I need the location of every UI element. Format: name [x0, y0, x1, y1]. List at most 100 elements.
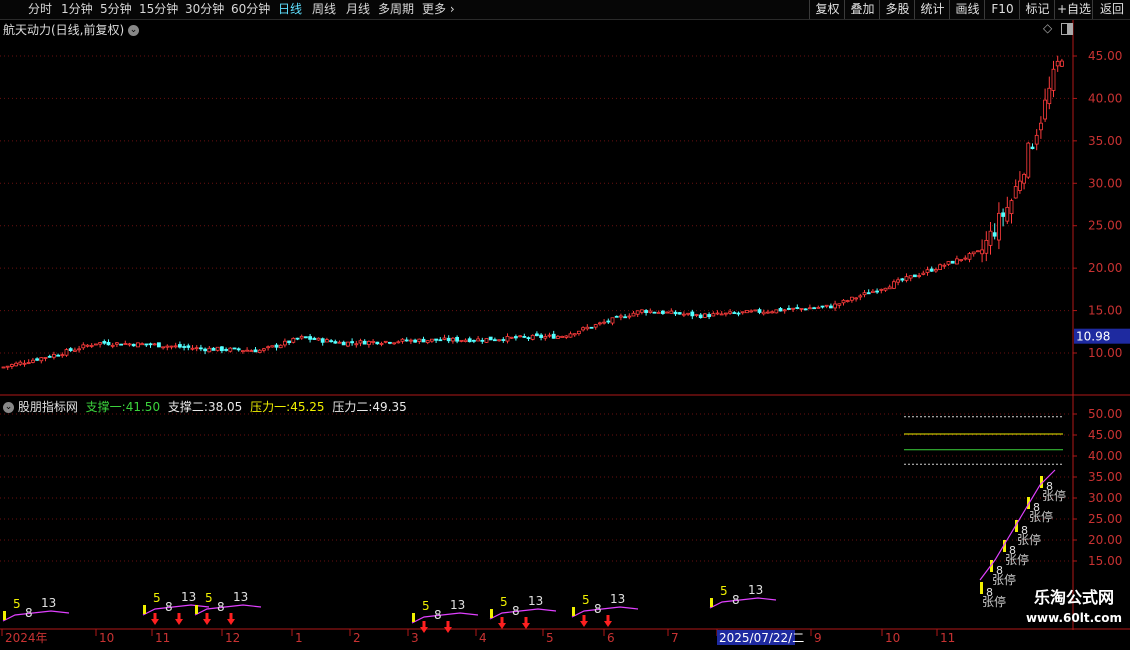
candle — [824, 304, 829, 309]
tab-weekly[interactable]: 周线 — [312, 1, 336, 18]
candle — [757, 307, 762, 315]
candle — [115, 341, 119, 348]
tab-fenshi[interactable]: 分时 — [28, 1, 52, 18]
candle — [644, 308, 648, 316]
candle — [820, 305, 825, 309]
stock-title-text: 航天动力(日线,前复权) — [3, 23, 125, 37]
candle-body — [997, 212, 1001, 241]
f10-button[interactable]: F10 — [984, 0, 1020, 19]
candle-body — [203, 348, 208, 352]
candle-body — [606, 320, 611, 323]
indicator-dropdown-icon[interactable]: ⌄ — [3, 402, 14, 413]
multi-stock-button[interactable]: 多股 — [879, 0, 915, 19]
candle-body — [85, 344, 90, 347]
candle — [274, 343, 279, 351]
candle-body — [169, 345, 174, 348]
candle — [18, 360, 23, 366]
candle-body — [106, 341, 111, 346]
candle — [308, 334, 313, 343]
main-y-tick-label: 10.00 — [1088, 346, 1122, 360]
tab-5min[interactable]: 5分钟 — [100, 1, 132, 18]
signal-bar — [490, 609, 493, 618]
tab-more[interactable]: 更多 › — [422, 1, 455, 18]
indicator-y-tick-label: 35.00 — [1088, 470, 1122, 484]
candle-body — [883, 287, 888, 291]
candle — [745, 310, 749, 314]
candle-body — [686, 312, 690, 315]
mark-button[interactable]: 标记 — [1019, 0, 1055, 19]
candle-body — [350, 341, 355, 344]
candle-body — [707, 314, 711, 318]
candle-body — [1055, 60, 1060, 67]
stats-button[interactable]: 统计 — [914, 0, 950, 19]
tab-15min[interactable]: 15分钟 — [139, 1, 178, 18]
candle-body — [47, 355, 52, 358]
candle-body — [682, 313, 686, 316]
candle — [102, 339, 107, 345]
tab-30min[interactable]: 30分钟 — [185, 1, 224, 18]
indicator-signal-group — [709, 597, 777, 609]
overlay-button[interactable]: 叠加 — [844, 0, 880, 19]
back-button[interactable]: 返回 — [1092, 0, 1130, 19]
diamond-icon[interactable]: ◇ — [1043, 21, 1052, 35]
candle — [106, 339, 111, 346]
candle — [992, 223, 997, 240]
x-axis-label: 11 — [155, 631, 170, 645]
candle-body — [421, 338, 426, 343]
candle — [73, 347, 77, 352]
candle — [249, 349, 254, 352]
tab-multi-period[interactable]: 多周期 — [378, 1, 414, 18]
candle-body — [724, 312, 728, 315]
candle — [224, 347, 229, 352]
main-y-tick-label: 40.00 — [1088, 91, 1122, 105]
candle — [572, 333, 577, 337]
candle-body — [135, 342, 140, 348]
dropdown-icon[interactable]: ⌄ — [128, 25, 140, 36]
candle-body — [791, 307, 795, 310]
tab-daily[interactable]: 日线 — [278, 1, 302, 18]
candle-body — [627, 315, 632, 318]
candle-body — [450, 337, 455, 342]
draw-button[interactable]: 画线 — [949, 0, 985, 19]
candle — [971, 251, 976, 257]
tab-1min[interactable]: 1分钟 — [61, 1, 93, 18]
window-toggle-icon[interactable] — [1061, 23, 1073, 35]
candle — [854, 297, 858, 302]
candle — [904, 273, 909, 283]
candle-body — [837, 303, 842, 306]
add-watchlist-button[interactable]: +自选 — [1054, 0, 1093, 19]
candle-body — [677, 312, 682, 315]
candle — [1043, 88, 1047, 122]
candle — [194, 345, 199, 352]
tab-60min[interactable]: 60分钟 — [231, 1, 270, 18]
candle-body — [715, 312, 720, 315]
fuquan-button[interactable]: 复权 — [809, 0, 845, 19]
candle — [887, 284, 892, 290]
candle — [1018, 171, 1022, 194]
tab-monthly[interactable]: 月线 — [346, 1, 370, 18]
candle-body — [165, 345, 170, 348]
candle-body — [102, 341, 107, 344]
candle — [329, 339, 334, 343]
chart-area[interactable]: 45.00 40.00 35.00 30.00 25.00 20.00 15.00 10.00… — [0, 20, 1130, 650]
candle-body — [816, 306, 821, 309]
candle — [900, 277, 905, 283]
candle-body — [925, 269, 930, 273]
signal-line — [411, 612, 479, 624]
candle — [690, 309, 695, 320]
candle — [648, 308, 653, 314]
candle — [892, 279, 896, 290]
candle-body — [988, 230, 993, 246]
candle-body — [43, 357, 48, 359]
main-y-tick-label: 45.00 — [1088, 49, 1122, 63]
candle — [282, 338, 287, 348]
candle-body — [992, 232, 997, 237]
surge-label-8: 8 — [1021, 524, 1028, 537]
candle — [707, 312, 711, 320]
candle-body — [396, 341, 401, 344]
candle-body — [455, 336, 460, 342]
candle-body — [799, 308, 804, 310]
signal-label-8: 8 — [732, 593, 740, 607]
candle — [438, 337, 443, 342]
candle-body — [522, 336, 527, 338]
